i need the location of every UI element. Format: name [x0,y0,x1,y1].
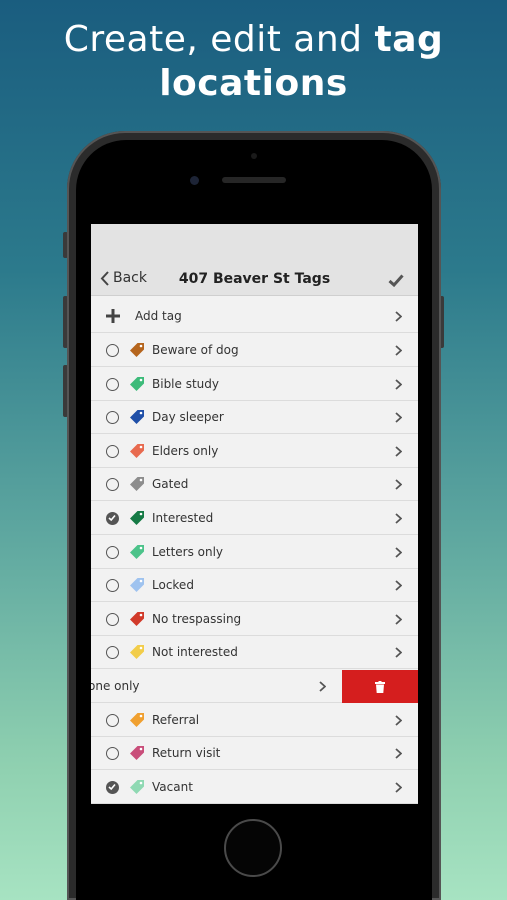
tag-row[interactable]: Return visit [91,737,418,771]
tag-label: Vacant [152,779,193,794]
plus-icon [106,309,120,323]
tag-label: Locked [152,578,194,593]
tag-icon [130,544,144,559]
tag-icon [130,477,144,492]
chevron-right-icon [395,311,402,322]
promo-headline-line1: Create, edit and [63,19,375,60]
tag-label: Gated [152,477,189,492]
earpiece-speaker [222,177,286,183]
tag-row[interactable]: No trespassing [91,602,418,636]
tag-icon [130,779,144,794]
trash-icon [375,680,385,693]
tag-row[interactable]: Vacant [91,770,418,804]
tag-label: Interested [152,511,214,525]
chevron-right-icon [395,378,402,390]
chevron-right-icon [395,614,402,625]
tag-label: Return visit [152,746,221,761]
done-button[interactable] [388,272,404,291]
chevron-right-icon [395,513,402,524]
radio-unchecked-icon[interactable] [106,478,119,492]
tag-row[interactable]: Locked [91,569,418,603]
tag-row[interactable]: Interested [91,502,418,535]
tag-row[interactable]: one only [91,670,418,703]
chevron-right-icon [395,580,402,591]
tag-icon [130,578,144,593]
front-camera [190,176,199,185]
add-tag-label: Add tag [135,309,182,323]
tag-icon [130,343,144,357]
chevron-right-icon [395,479,402,491]
radio-unchecked-icon[interactable] [106,344,119,357]
chevron-right-icon [395,412,402,423]
radio-unchecked-icon[interactable] [106,377,119,391]
tag-label: Bible study [152,376,219,391]
tag-row[interactable]: Elders only [91,434,418,468]
chevron-right-icon [319,681,326,692]
radio-unchecked-icon[interactable] [106,545,119,559]
tag-icon [130,511,144,525]
proximity-sensor [251,153,257,159]
chevron-right-icon [395,345,402,356]
chevron-right-icon [395,714,402,726]
promo-headline-bold: tag [374,19,444,60]
navigation-bar: Back 407 Beaver St Tags [91,224,418,296]
radio-unchecked-icon[interactable] [106,612,119,626]
tag-row[interactable]: Referral [91,703,418,737]
tag-icon [130,746,144,761]
promo-headline: Create, edit and tag locations [0,18,507,106]
tag-row[interactable]: Not interested [91,636,418,670]
chevron-right-icon [395,647,402,659]
tag-row[interactable]: Beware of dog [91,334,418,367]
tag-label: Referral [152,712,200,727]
tag-icon [130,410,144,425]
tag-row[interactable]: Gated [91,468,418,502]
checkmark-icon [388,274,404,288]
promo-headline-line2: locations [159,63,348,104]
radio-unchecked-icon[interactable] [106,747,119,761]
radio-unchecked-icon[interactable] [106,444,119,458]
delete-button[interactable] [342,670,418,703]
page-title: 407 Beaver St Tags [178,271,331,287]
tag-label: one only [91,679,140,693]
tag-label: Not interested [152,645,238,660]
radio-unchecked-icon[interactable] [106,713,119,727]
tag-label: Day sleeper [152,410,224,425]
tag-icon [130,611,144,626]
chevron-right-icon [395,748,402,759]
radio-checked-icon[interactable] [106,512,119,525]
tag-label: Beware of dog [152,343,239,357]
tag-label: No trespassing [152,611,242,626]
radio-unchecked-icon[interactable] [106,646,119,660]
tag-row[interactable]: Letters only [91,535,418,569]
app-screen: Back 407 Beaver St Tags Add tag Beware o… [91,224,418,804]
tag-icon [130,645,144,660]
tag-label: Elders only [152,443,219,458]
tag-icon [130,443,144,458]
radio-checked-icon[interactable] [106,780,119,794]
tag-icon [130,712,144,727]
radio-unchecked-icon[interactable] [106,411,119,425]
chevron-right-icon [395,546,402,558]
tag-row[interactable]: Bible study [91,367,418,401]
home-button[interactable] [224,819,282,877]
add-tag-row[interactable]: Add tag [91,300,418,333]
tag-icon [130,376,144,391]
tag-label: Letters only [152,544,224,559]
chevron-right-icon [395,446,402,457]
chevron-right-icon [395,782,402,793]
radio-unchecked-icon[interactable] [106,579,119,593]
tag-row[interactable]: Day sleeper [91,401,418,435]
